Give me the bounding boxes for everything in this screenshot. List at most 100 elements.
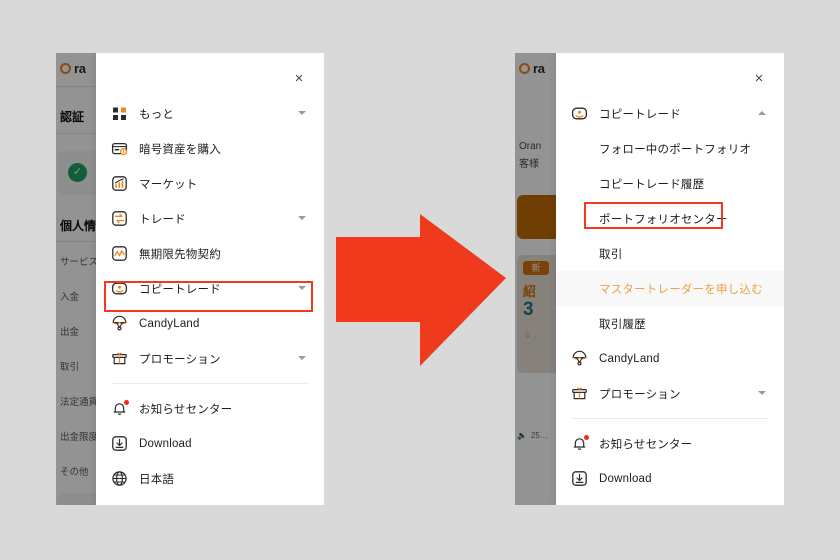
right-navigation-drawer: × コピートレード フォロー中のポートフォリオ コピートレード履歴 ポートフォリ… [556,53,784,505]
menu-item-copy-trade[interactable]: コピートレード [96,271,324,306]
footer-text: 25… [530,431,548,440]
submenu-item-label: マスタートレーダーを申し込む [599,283,763,296]
submenu-item-label: ポートフォリオセンター [599,213,728,226]
list-item[interactable]: 入金 [60,289,79,303]
submenu-item-apply-master-trader[interactable]: マスタートレーダーを申し込む [556,271,784,306]
menu-item-label: コピートレード [139,283,221,296]
menu-item-perpetual-futures[interactable]: 無期限先物契約 [96,236,324,271]
chevron-down-icon[interactable] [758,389,767,398]
submenu-item-trading[interactable]: 取引 [556,236,784,271]
left-dimmed-page: ra 認証 ✓ 個人情 サービス 入金 出金 取引 法定通貨 出金限度 その他 [56,53,96,505]
logo-ring-icon [519,63,530,74]
verified-check-icon: ✓ [68,163,87,182]
list-item[interactable]: サービス [60,254,96,268]
buy-crypto-icon [111,140,128,157]
menu-item-notifications[interactable]: お知らせセンター [556,426,784,461]
bell-icon [111,400,129,417]
right-screenshot: ra Oran 客様 新 紹 3 © … 🔈 25… × コピートレード フォロ… [515,53,784,505]
divider [56,241,96,242]
chevron-down-icon[interactable] [298,354,307,363]
candyland-icon [571,350,588,367]
menu-item-label: コピートレード [599,108,681,121]
menu-item-label: プロモーション [599,388,681,401]
menu-item-market[interactable]: マーケット [96,166,324,201]
submenu-item-label: 取引 [599,248,623,261]
candyland-icon [111,315,128,332]
close-icon[interactable]: × [291,71,307,87]
chevron-down-icon[interactable] [298,284,307,293]
speaker-icon: 🔈 [517,431,527,440]
submenu-item-trade-history[interactable]: 取引履歴 [556,306,784,341]
submenu-item-label: コピートレード履歴 [599,178,705,191]
page-heading-1: 認証 [60,110,85,124]
list-item[interactable]: 取引 [60,359,79,373]
menu-item-buy-crypto[interactable]: 暗号資産を購入 [96,131,324,166]
menu-item-promotion[interactable]: プロモーション [556,376,784,411]
divider [56,86,96,87]
screenshot-canvas: ra 認証 ✓ 個人情 サービス 入金 出金 取引 法定通貨 出金限度 その他 … [0,0,840,560]
menu-item-trade[interactable]: トレード [96,201,324,236]
step-arrow-icon [336,214,506,366]
intro-paragraph-line-2: 客様 [519,159,539,170]
left-navigation-drawer: × もっと 暗号資産を購入 マーケット トレード 無期限先物契約 コピートレード… [96,53,324,505]
notification-badge-dot [584,435,589,440]
notification-badge-dot [124,400,129,405]
grid-icon [111,105,128,122]
menu-item-more[interactable]: もっと [96,96,324,131]
menu-item-label: CandyLand [139,317,200,330]
menu-item-label: Download [599,472,652,485]
menu-divider [571,418,769,419]
submenu-item-label: フォロー中のポートフォリオ [599,143,752,156]
download-icon [571,470,588,487]
menu-item-label: マーケット [139,178,198,191]
footer-status: 🔈 25… [517,431,548,440]
menu-item-promotion[interactable]: プロモーション [96,341,324,376]
promo-note: © … [525,333,540,340]
menu-item-download[interactable]: Download [556,461,784,496]
chevron-down-icon[interactable] [298,214,307,223]
logo-ring-icon [60,63,71,74]
menu-divider [111,383,309,384]
page-heading-2: 個人情 [60,219,96,233]
list-item[interactable]: その他 [60,464,89,478]
menu-item-language[interactable]: 日本語 [556,496,784,505]
submenu-item-copy-trade-history[interactable]: コピートレード履歴 [556,166,784,201]
chevron-down-icon[interactable] [298,109,307,118]
close-icon[interactable]: × [751,71,767,87]
primary-cta-button[interactable] [517,195,556,239]
logo-text: ra [533,61,545,76]
copy-trade-icon [111,280,128,297]
menu-item-candyland[interactable]: CandyLand [96,306,324,341]
menu-item-label: お知らせセンター [139,403,233,416]
list-item[interactable]: 出金限度 [60,429,96,443]
market-icon [111,175,128,192]
divider [56,133,96,134]
list-item[interactable]: 出金 [60,324,79,338]
right-dimmed-page: ra Oran 客様 新 紹 3 © … 🔈 25… [515,53,556,505]
menu-item-candyland[interactable]: CandyLand [556,341,784,376]
menu-item-label: お知らせセンター [599,438,693,451]
menu-item-label: 日本語 [139,473,175,486]
menu-item-label: プロモーション [139,353,221,366]
submenu-item-portfolio-center[interactable]: ポートフォリオセンター [556,201,784,236]
menu-item-language[interactable]: 日本語 [96,461,324,496]
trade-icon [111,210,128,227]
right-menu-list: コピートレード フォロー中のポートフォリオ コピートレード履歴 ポートフォリオセ… [556,96,784,505]
menu-item-copy-trade[interactable]: コピートレード [556,96,784,131]
download-icon [111,435,128,452]
futures-icon [111,245,128,262]
left-menu-list: もっと 暗号資産を購入 マーケット トレード 無期限先物契約 コピートレード C… [96,96,324,496]
promo-number: 3 [523,299,534,320]
menu-item-label: 暗号資産を購入 [139,143,221,156]
menu-item-download[interactable]: Download [96,426,324,461]
menu-item-label: Download [139,437,192,450]
menu-item-label: 無期限先物契約 [139,248,221,261]
left-screenshot: ra 認証 ✓ 個人情 サービス 入金 出金 取引 法定通貨 出金限度 その他 … [56,53,324,505]
logo-text: ra [74,61,86,76]
menu-item-label: トレード [139,213,186,226]
chevron-up-icon[interactable] [758,109,767,118]
submenu-item-following-portfolios[interactable]: フォロー中のポートフォリオ [556,131,784,166]
status-badge: 新 [523,261,549,275]
menu-item-notifications[interactable]: お知らせセンター [96,391,324,426]
list-item[interactable]: 法定通貨 [60,394,96,408]
